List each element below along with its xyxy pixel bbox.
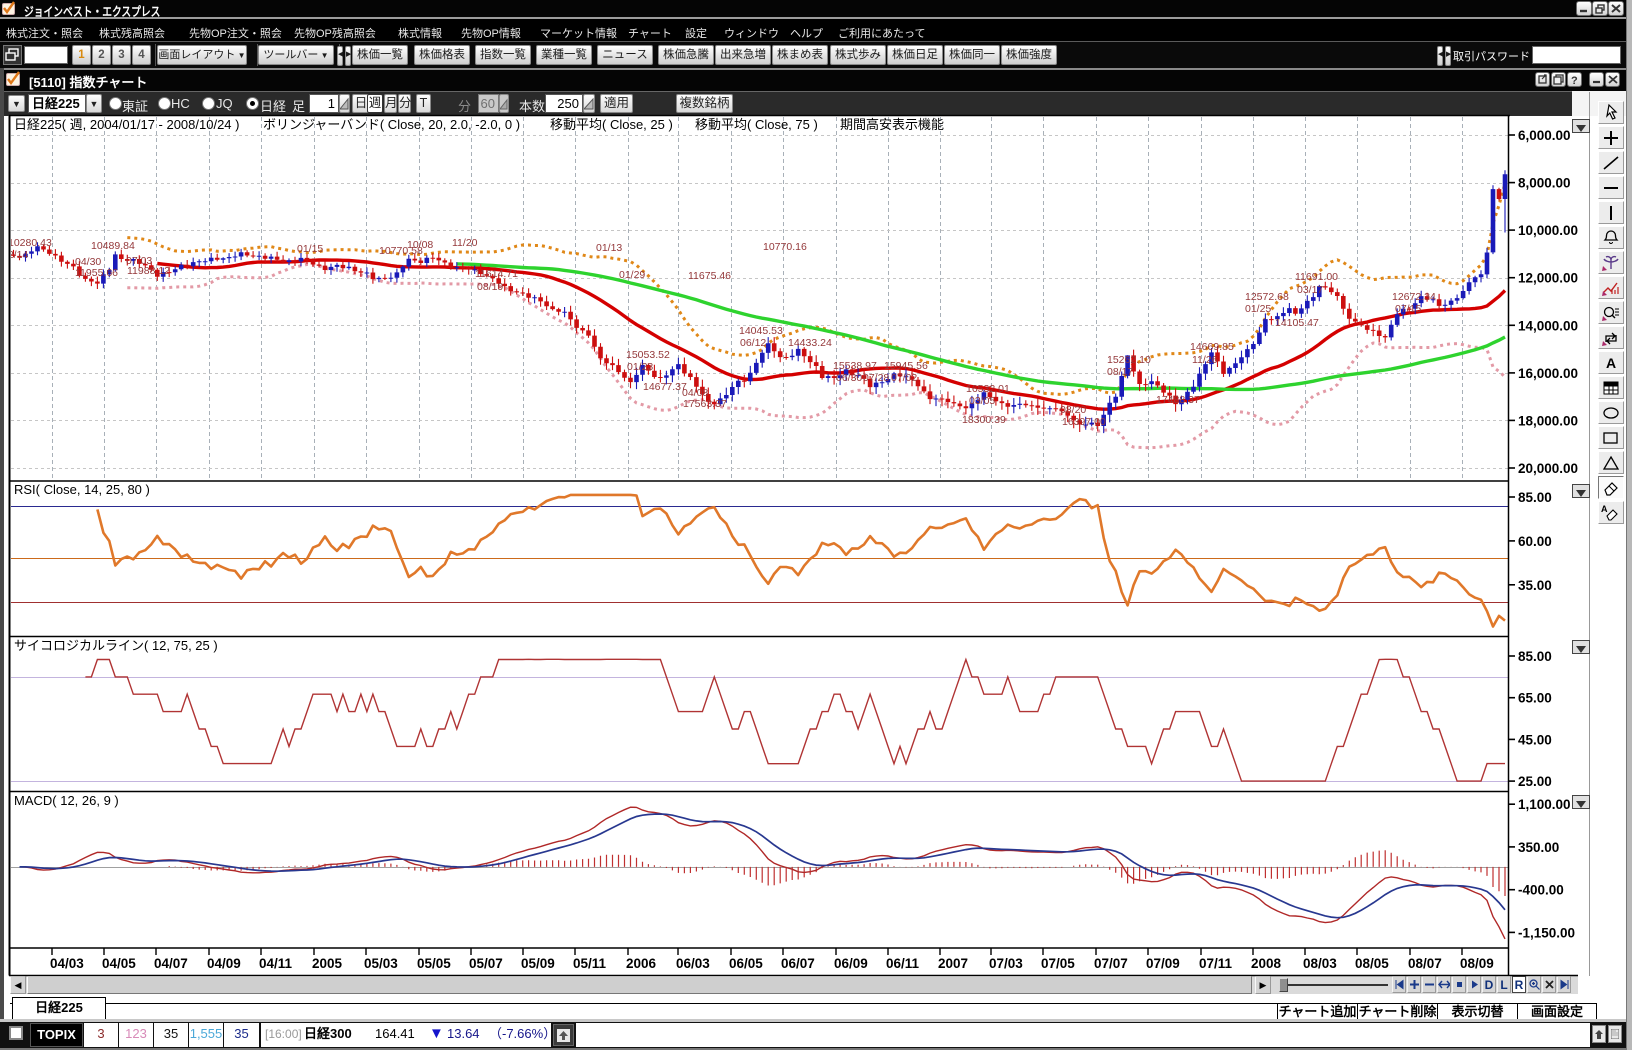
svg-text:350.00: 350.00 [1518,840,1559,855]
svg-text:-400.00: -400.00 [1518,883,1564,898]
svg-text:8,000.00: 8,000.00 [1518,176,1571,191]
svg-text:11675.46: 11675.46 [688,270,731,282]
svg-text:期間高安表示機能: 期間高安表示機能 [840,117,944,132]
svg-text:16,000.00: 16,000.00 [1518,366,1578,381]
svg-text:14045.53: 14045.53 [739,325,783,337]
svg-text:04/11: 04/11 [259,956,293,971]
svg-text:11614.71: 11614.71 [475,268,518,280]
svg-text:04/07: 04/07 [154,956,188,971]
svg-text:移動平均( Close, 75 ): 移動平均( Close, 75 ) [695,117,818,132]
svg-text:35.00: 35.00 [1518,578,1552,593]
svg-text:07/15: 07/15 [1395,303,1421,315]
svg-text:45.00: 45.00 [1518,732,1552,747]
svg-text:14669.85: 14669.85 [1190,341,1234,353]
svg-text:16397.00: 16397.00 [1062,416,1106,428]
svg-text:16532.01: 16532.01 [966,383,1010,395]
svg-text:04/05: 04/05 [102,956,136,971]
svg-text:06/03: 06/03 [676,956,710,971]
svg-text:01/29: 01/29 [619,269,645,281]
svg-text:日経225( 週, 2004/01/17 - 2008/10: 日経225( 週, 2004/01/17 - 2008/10/24 ) [14,117,239,132]
svg-text:85.00: 85.00 [1518,649,1552,664]
svg-text:17488.37: 17488.37 [1156,394,1200,406]
svg-text:65.00: 65.00 [1518,691,1552,706]
svg-text:15262.10: 15262.10 [1107,354,1151,366]
svg-text:11988.12: 11988.12 [127,265,170,277]
svg-text:RSI( Close, 14, 25, 80 ): RSI( Close, 14, 25, 80 ) [14,482,150,497]
svg-text:06/09: 06/09 [834,956,868,971]
svg-text:01/15: 01/15 [297,243,323,255]
svg-text:04/09: 04/09 [207,956,241,971]
svg-text:-1,150.00: -1,150.00 [1518,925,1575,940]
svg-text:08/05: 08/05 [1355,956,1389,971]
svg-text:06/05: 06/05 [729,956,763,971]
svg-text:06/07: 06/07 [781,956,815,971]
svg-text:サイコロジカルライン( 12, 75, 25 ): サイコロジカルライン( 12, 75, 25 ) [14,638,218,653]
svg-text:2008: 2008 [1251,956,1282,971]
svg-text:10/08: 10/08 [407,239,433,251]
svg-text:14433.24: 14433.24 [788,337,832,349]
svg-text:12672.34: 12672.34 [1392,291,1436,303]
svg-text:17563.37: 17563.37 [683,398,727,410]
svg-text:06/12: 06/12 [740,337,766,349]
svg-text:18300.39: 18300.39 [962,414,1006,426]
svg-text:08/19: 08/19 [477,281,503,293]
svg-text:10489.84: 10489.84 [91,240,135,252]
svg-text:07/02: 07/02 [891,372,917,384]
svg-text:01/13: 01/13 [596,242,622,254]
svg-text:08/20: 08/20 [1060,404,1086,416]
svg-text:11691.00: 11691.00 [1295,271,1338,283]
svg-text:05/07: 05/07 [469,956,503,971]
svg-text:03/05: 03/05 [969,395,995,407]
svg-text:11/26: 11/26 [1192,354,1218,366]
svg-text:08/09: 08/09 [1460,956,1494,971]
svg-text:01/23: 01/23 [627,361,653,373]
svg-text:07/07: 07/07 [1094,956,1128,971]
svg-text:15538.97: 15538.97 [833,360,877,372]
svg-text:06/30: 06/30 [836,372,862,384]
svg-text:02/14: 02/14 [2,249,28,261]
svg-text:85.00: 85.00 [1518,490,1552,505]
svg-text:10,000.00: 10,000.00 [1518,223,1578,238]
svg-text:08/07: 08/07 [1408,956,1442,971]
svg-text:03/17: 03/17 [1297,284,1323,296]
svg-text:08/17: 08/17 [1107,366,1133,378]
svg-text:07/11: 07/11 [1199,956,1233,971]
svg-text:10770.16: 10770.16 [763,241,807,253]
svg-text:06/11: 06/11 [886,956,920,971]
svg-text:07/03: 07/03 [989,956,1023,971]
svg-text:11955.66: 11955.66 [75,267,118,279]
svg-text:01/25: 01/25 [1245,303,1271,315]
svg-text:12572.68: 12572.68 [1245,291,1289,303]
svg-text:20,000.00: 20,000.00 [1518,461,1578,476]
svg-text:2005: 2005 [312,956,343,971]
svg-text:6,000.00: 6,000.00 [1518,128,1571,143]
svg-text:07/28: 07/28 [863,372,889,384]
svg-text:05/05: 05/05 [417,956,451,971]
svg-text:12,000.00: 12,000.00 [1518,271,1578,286]
svg-text:60.00: 60.00 [1518,534,1552,549]
svg-text:移動平均( Close, 25 ): 移動平均( Close, 25 ) [550,117,673,132]
svg-text:08/03: 08/03 [1303,956,1337,971]
svg-text:11/20: 11/20 [452,237,478,249]
svg-text:2006: 2006 [626,956,657,971]
svg-text:25.00: 25.00 [1518,774,1552,789]
svg-text:15945.56: 15945.56 [884,360,928,372]
svg-text:14105.47: 14105.47 [1275,317,1319,329]
svg-text:05/09: 05/09 [521,956,555,971]
svg-text:MACD( 12, 26, 9 ): MACD( 12, 26, 9 ) [14,793,119,808]
svg-text:14677.37: 14677.37 [643,381,687,393]
svg-text:18,000.00: 18,000.00 [1518,413,1578,428]
svg-text:05/11: 05/11 [573,956,607,971]
svg-text:04/03: 04/03 [50,956,84,971]
svg-text:1,100.00: 1,100.00 [1518,797,1571,812]
svg-text:07/05: 07/05 [1041,956,1075,971]
svg-text:2007: 2007 [938,956,968,971]
svg-text:10280.43: 10280.43 [8,237,52,249]
svg-text:14,000.00: 14,000.00 [1518,318,1578,333]
svg-text:15053.52: 15053.52 [626,349,670,361]
svg-text:ボリンジャーバンド( Close, 20, 2.0, -2.: ボリンジャーバンド( Close, 20, 2.0, -2.0, 0 ) [263,117,520,132]
svg-text:05/03: 05/03 [364,956,398,971]
svg-text:07/09: 07/09 [1146,956,1180,971]
